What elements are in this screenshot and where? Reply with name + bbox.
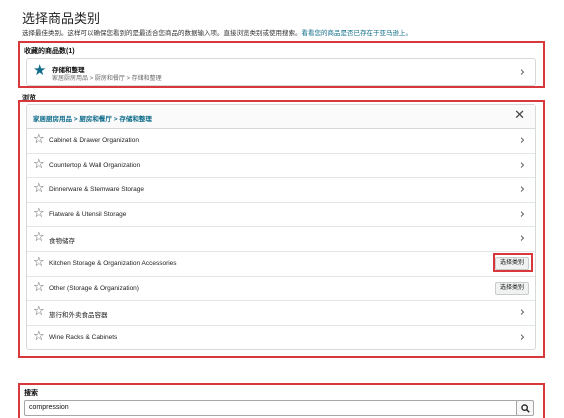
search-icon xyxy=(521,404,530,413)
chevron-right-icon[interactable]: › xyxy=(520,134,525,147)
chevron-right-icon[interactable]: › xyxy=(520,306,525,319)
star-outline-icon[interactable]: ☆ xyxy=(33,158,45,171)
star-outline-icon[interactable]: ☆ xyxy=(33,256,45,269)
chevron-right-icon[interactable]: › xyxy=(520,331,525,344)
subtitle-text: 选择最佳类别。这样可以确保您看到的是最适合您商品的数据输入项。直接浏览类别或使用… xyxy=(22,30,302,37)
category-row[interactable]: ☆ 旅行和外卖食品容器 › xyxy=(27,301,535,326)
search-input[interactable]: compression xyxy=(24,400,518,416)
category-label: Dinnerware & Stemware Storage xyxy=(49,186,145,194)
category-label: Wine Racks & Cabinets xyxy=(49,333,118,341)
category-row[interactable]: ☆ Cabinet & Drawer Organization › xyxy=(27,129,535,154)
page-subtitle: 选择最佳类别。这样可以确保您看到的是最适合您商品的数据输入项。直接浏览类别或使用… xyxy=(22,27,412,37)
category-row[interactable]: ☆ 食物储存 › xyxy=(27,227,535,252)
star-outline-icon[interactable]: ☆ xyxy=(33,133,45,146)
star-outline-icon[interactable]: ☆ xyxy=(33,305,45,318)
chevron-right-icon[interactable]: › xyxy=(520,183,525,196)
category-label: 旅行和外卖食品容器 xyxy=(49,312,108,320)
close-icon[interactable]: ✕ xyxy=(514,109,525,122)
breadcrumb-row: 家居厨房用品 > 厨房和餐厅 > 存储和整理 ✕ xyxy=(27,105,535,129)
favorite-item-path: 家居厨房用品 > 厨房和餐厅 > 存储和整理 xyxy=(52,76,162,82)
favorites-label: 收藏的商品数(1) xyxy=(24,48,75,55)
chevron-right-icon[interactable]: › xyxy=(520,66,525,79)
star-outline-icon[interactable]: ☆ xyxy=(33,281,45,294)
select-button-highlight xyxy=(493,253,533,272)
breadcrumb[interactable]: 家居厨房用品 > 厨房和餐厅 > 存储和整理 xyxy=(33,113,152,123)
category-label: Flatware & Utensil Storage xyxy=(49,210,127,218)
search-button[interactable] xyxy=(516,400,534,416)
browse-panel: 家居厨房用品 > 厨房和餐厅 > 存储和整理 ✕ ☆ Cabinet & Draw… xyxy=(26,104,536,350)
category-row[interactable]: ☆ Kitchen Storage & Organization Accessor… xyxy=(27,252,535,277)
category-label: 食物储存 xyxy=(49,238,75,246)
category-label: Other (Storage & Organization) xyxy=(49,284,139,292)
chevron-right-icon[interactable]: › xyxy=(520,232,525,245)
category-label: Kitchen Storage & Organization Accessori… xyxy=(49,260,177,267)
chevron-right-icon[interactable]: › xyxy=(520,159,525,172)
chevron-right-icon[interactable]: › xyxy=(520,208,525,221)
star-filled-icon[interactable]: ★ xyxy=(33,63,46,78)
star-outline-icon[interactable]: ☆ xyxy=(33,207,45,220)
category-label: Countertop & Wall Organization xyxy=(49,161,141,169)
category-row[interactable]: ☆ Dinnerware & Stemware Storage › xyxy=(27,178,535,203)
select-category-button[interactable]: 选择类别 xyxy=(495,281,529,295)
category-row[interactable]: ☆ Other (Storage & Organization) 选择类别 xyxy=(27,277,535,302)
search-label: 搜索 xyxy=(24,390,38,397)
category-row[interactable]: ☆ Flatware & Utensil Storage › xyxy=(27,203,535,228)
category-label: Cabinet & Drawer Organization xyxy=(49,137,139,144)
page-title: 选择商品类别 xyxy=(22,11,101,26)
star-outline-icon[interactable]: ☆ xyxy=(33,182,45,195)
star-outline-icon[interactable]: ☆ xyxy=(33,231,45,244)
category-row[interactable]: ☆ Wine Racks & Cabinets › xyxy=(27,326,535,351)
existing-product-link[interactable]: 看看您的商品是否已存在于亚马逊上。 xyxy=(302,30,413,37)
favorite-item[interactable]: ★ 存储和整理 家居厨房用品 > 厨房和餐厅 > 存储和整理 › xyxy=(26,58,536,86)
star-outline-icon[interactable]: ☆ xyxy=(33,330,45,343)
category-row[interactable]: ☆ Countertop & Wall Organization › xyxy=(27,154,535,179)
